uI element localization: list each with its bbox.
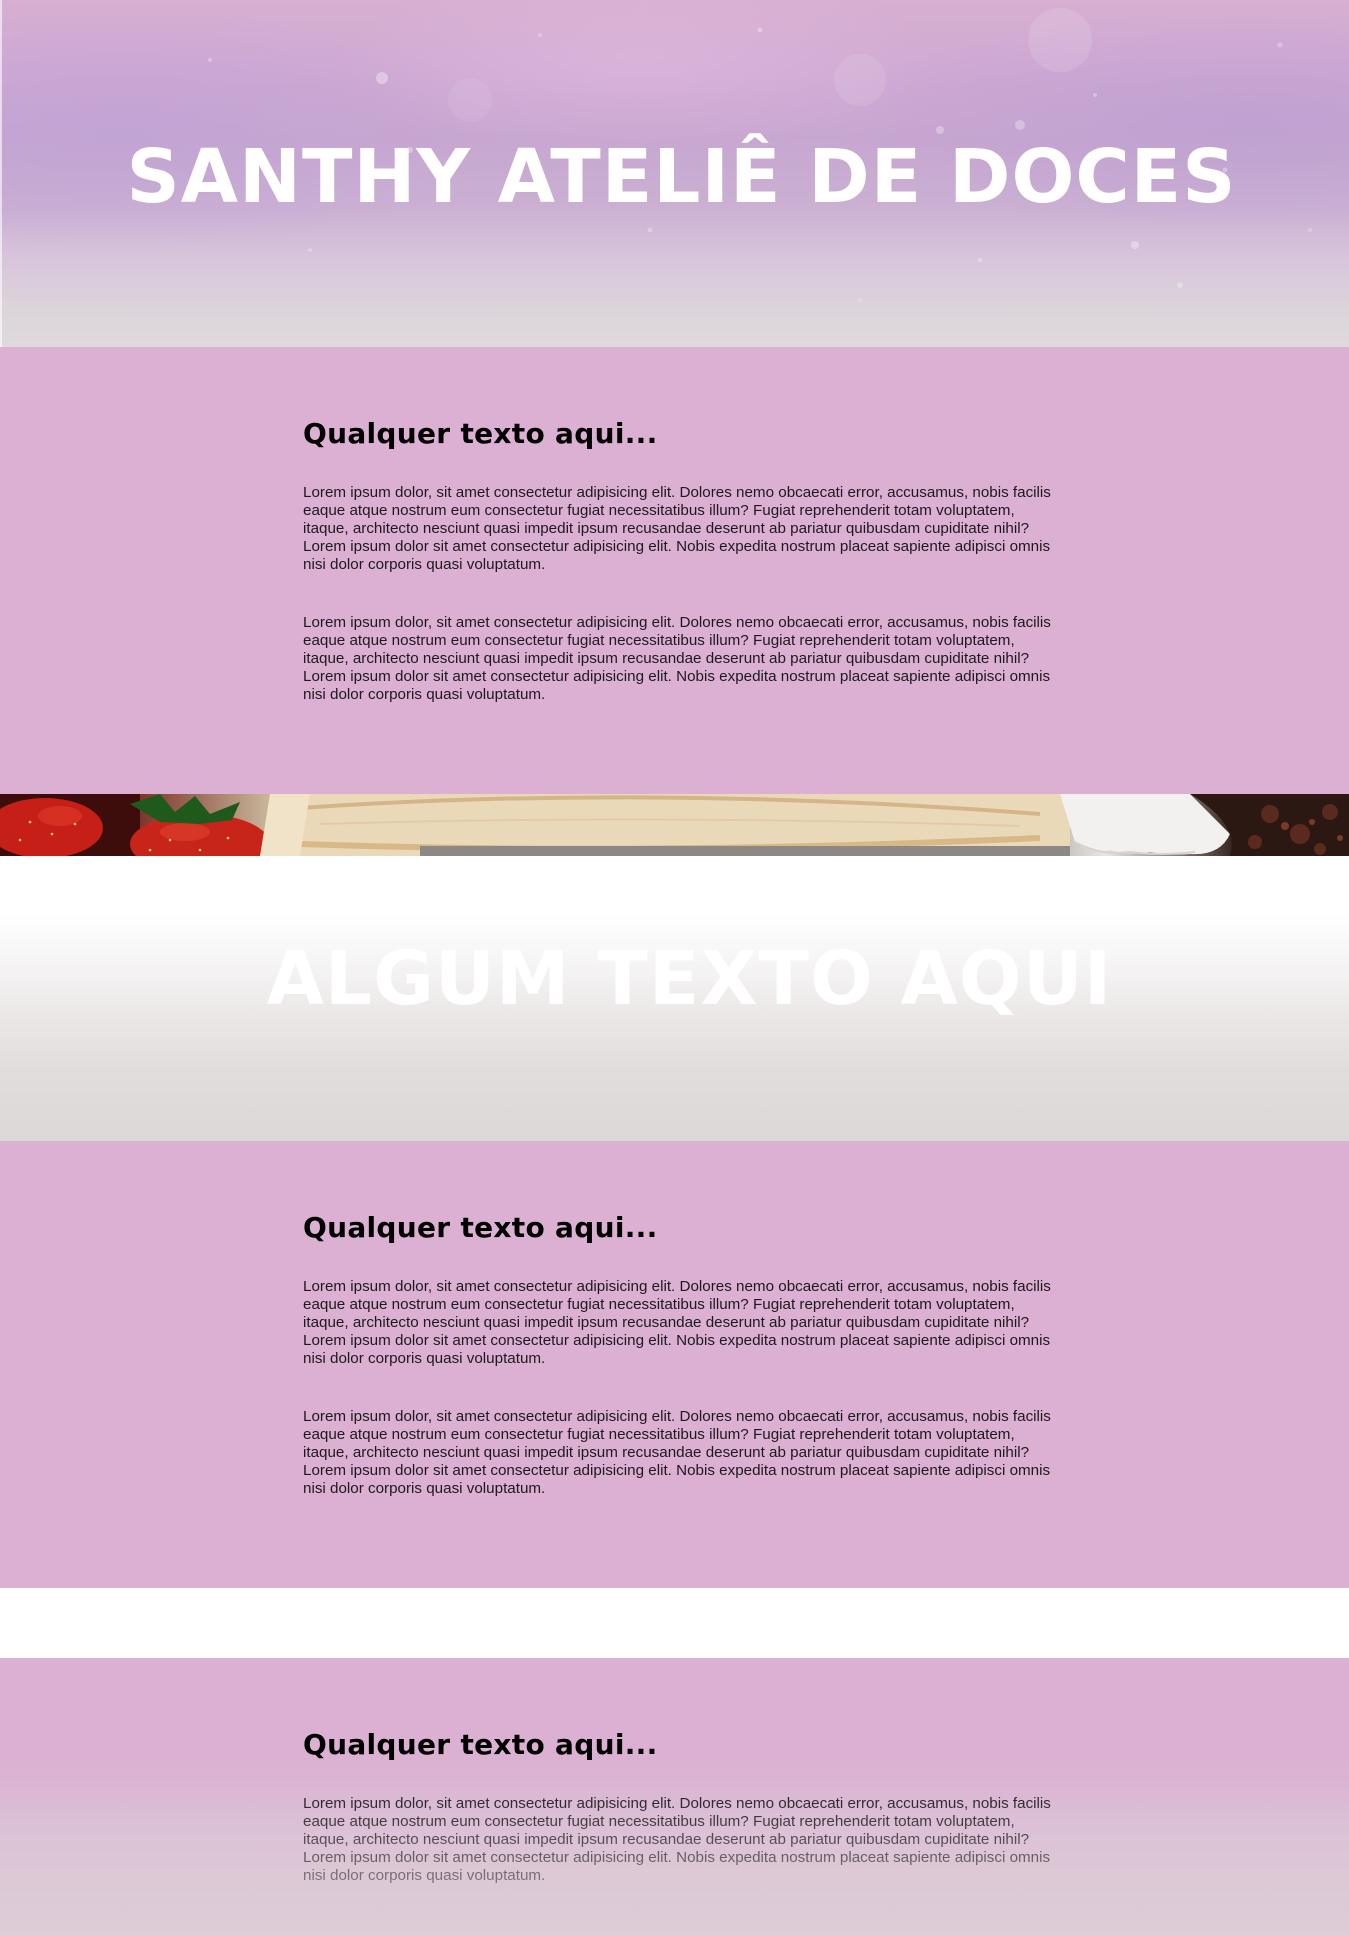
section-2-heading: Qualquer texto aqui... — [303, 1211, 658, 1244]
content-section-3-body: Qualquer texto aqui... Lorem ipsum dolor… — [303, 1728, 1053, 1885]
site-title: SANTHY ATELIÊ DE DOCES — [126, 134, 1237, 220]
section-1-heading: Qualquer texto aqui... — [303, 417, 658, 450]
dessert-photo-strip — [0, 794, 1349, 856]
section-2-paragraph-1: Lorem ipsum dolor, sit amet consectetur … — [303, 1278, 1051, 1367]
section-3-paragraph-1: Lorem ipsum dolor, sit amet consectetur … — [303, 1795, 1051, 1884]
content-section-3: Qualquer texto aqui... Lorem ipsum dolor… — [0, 1658, 1349, 1935]
hero-banner: SANTHY ATELIÊ DE DOCES — [0, 0, 1349, 347]
content-section-1: Qualquer texto aqui... Lorem ipsum dolor… — [0, 347, 1349, 794]
secondary-banner: ALGUM TEXTO AQUI — [0, 856, 1349, 1141]
section-1-paragraph-2: Lorem ipsum dolor, sit amet consectetur … — [303, 614, 1051, 703]
content-section-2-body: Qualquer texto aqui... Lorem ipsum dolor… — [303, 1211, 1053, 1498]
secondary-banner-title: ALGUM TEXTO AQUI — [266, 936, 1113, 1022]
content-section-1-body: Qualquer texto aqui... Lorem ipsum dolor… — [303, 417, 1053, 704]
dessert-photo-illustration — [0, 794, 1349, 856]
section-1-paragraph-1: Lorem ipsum dolor, sit amet consectetur … — [303, 484, 1051, 573]
section-3-heading: Qualquer texto aqui... — [303, 1728, 658, 1761]
section-2-paragraph-2: Lorem ipsum dolor, sit amet consectetur … — [303, 1408, 1051, 1497]
content-section-2: Qualquer texto aqui... Lorem ipsum dolor… — [0, 1141, 1349, 1588]
